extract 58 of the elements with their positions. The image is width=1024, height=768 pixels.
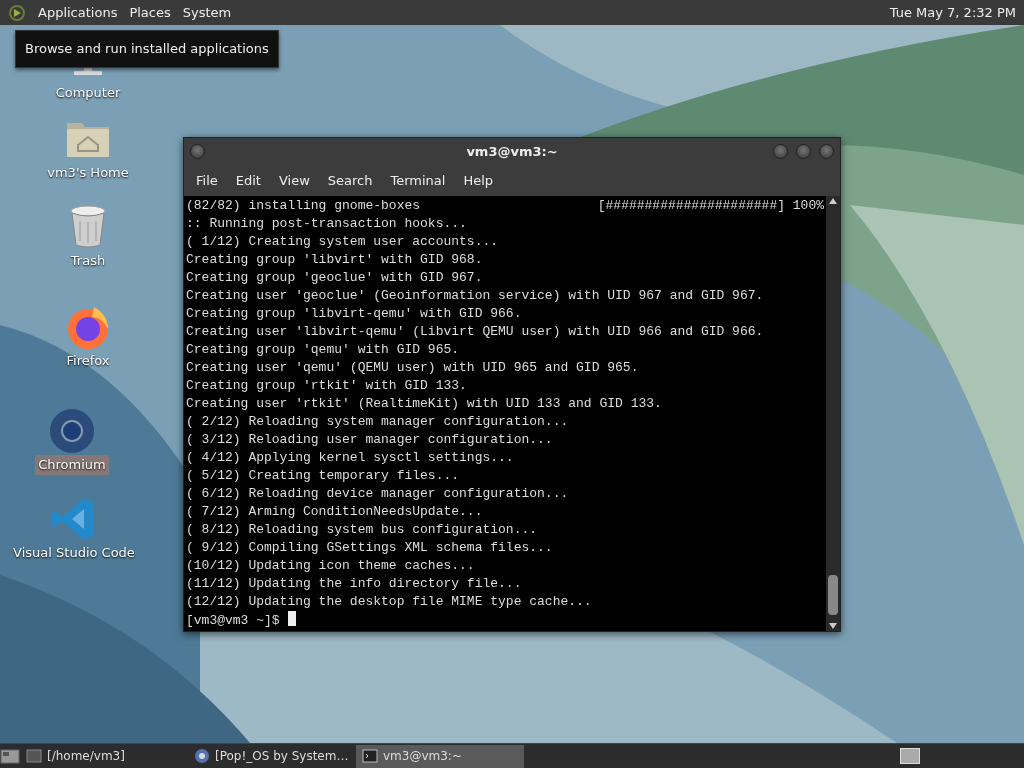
panel-menu[interactable]: System xyxy=(182,2,232,23)
terminal-line: Creating group 'qemu' with GID 965. xyxy=(186,341,460,359)
menu-item[interactable]: Help xyxy=(455,168,502,193)
taskbar-button[interactable]: vm3@vm3:~ xyxy=(356,744,524,768)
terminal-line: Creating user 'qemu' (QEMU user) with UID 965 and GID 965. xyxy=(186,359,639,377)
terminal-line: (10/12) Updating icon theme caches... xyxy=(186,557,475,575)
terminal-line: ( 7/12) Arming ConditionNeedsUpdate... xyxy=(186,503,483,521)
scrollbar-thumb[interactable] xyxy=(828,575,838,615)
panel-menu[interactable]: Applications xyxy=(38,2,118,23)
terminal-line: ( 2/12) Reloading system manager configuration... xyxy=(186,413,569,431)
menu-item[interactable]: Terminal xyxy=(382,168,454,193)
terminal-line: :: Running post-transaction hooks... xyxy=(186,215,467,233)
panel-menu[interactable]: Places xyxy=(129,2,171,23)
progress-text: [######################] 100% xyxy=(597,197,824,215)
browser-window-icon xyxy=(194,748,210,764)
terminal-line: Creating user 'rtkit' (RealtimeKit) with UID 133 and GID 133. xyxy=(186,395,662,413)
terminal-line: ( 6/12) Reloading device manager configuration... xyxy=(186,485,569,503)
minimize-button[interactable] xyxy=(773,144,788,159)
workspace-switcher[interactable] xyxy=(900,748,920,764)
show-desktop-icon xyxy=(0,747,20,765)
terminal-line: ( 8/12) Reloading system bus configuration... xyxy=(186,521,538,539)
desktop-icon-label[interactable]: Visual Studio Code xyxy=(10,543,138,563)
terminal-line: Creating user 'geoclue' (Geoinformation service) with UID 967 and GID 967. xyxy=(186,287,764,305)
terminal-line: ( 3/12) Reloading user manager configuration... xyxy=(186,431,553,449)
terminal-line: ( 1/12) Creating system user accounts... xyxy=(186,233,499,251)
chromium-icon xyxy=(48,407,96,455)
terminal-line: (11/12) Updating the info directory file... xyxy=(186,575,522,593)
terminal-window-icon xyxy=(362,748,378,764)
window-title: vm3@vm3:~ xyxy=(466,142,558,161)
terminal-line: ( 9/12) Compiling GSettings XML schema files... xyxy=(186,539,553,557)
scroll-down-arrow-icon xyxy=(829,623,837,629)
folder-window-icon xyxy=(26,748,42,764)
terminal-line: ( 4/12) Applying kernel sysctl settings... xyxy=(186,449,514,467)
terminal-prompt: [vm3@vm3 ~]$ xyxy=(186,613,280,628)
menu-item[interactable]: View xyxy=(270,168,318,193)
maximize-button[interactable] xyxy=(796,144,811,159)
menu-item[interactable]: Search xyxy=(319,168,381,193)
terminal-line: Creating group 'libvirt' with GID 968. xyxy=(186,251,483,269)
clock: Tue May 7, 2:32 PM xyxy=(889,3,1016,22)
terminal-line: Creating group 'geoclue' with GID 967. xyxy=(186,269,483,287)
terminal-line: Creating user 'libvirt-qemu' (Libvirt QEMU user) with UID 966 and GID 966. xyxy=(186,323,764,341)
window-menu-button[interactable] xyxy=(190,144,205,159)
terminal-line: (12/12) Updating the desktop file MIME type cache... xyxy=(186,593,592,611)
taskbar-button[interactable]: [Pop!_OS by System… xyxy=(188,744,356,768)
scroll-up-arrow-icon xyxy=(829,198,837,204)
terminal-line: Creating group 'libvirt-qemu' with GID 966. xyxy=(186,305,522,323)
terminal-line: (82/82) installing gnome-boxes xyxy=(186,197,421,215)
taskbar-button[interactable]: [/home/vm3] xyxy=(20,744,188,768)
desktop-icon-label[interactable]: Chromium xyxy=(35,455,109,475)
scrollbar[interactable] xyxy=(826,196,840,631)
menu-item[interactable]: File xyxy=(188,168,226,193)
terminal-line: ( 5/12) Creating temporary files... xyxy=(186,467,460,485)
cursor xyxy=(287,611,296,626)
close-button[interactable] xyxy=(819,144,834,159)
menu-item[interactable]: Edit xyxy=(227,168,269,193)
tooltip: Browse and run installed applications xyxy=(15,30,279,68)
terminal-line: Creating group 'rtkit' with GID 133. xyxy=(186,377,467,395)
menu-logo-icon xyxy=(8,3,26,22)
